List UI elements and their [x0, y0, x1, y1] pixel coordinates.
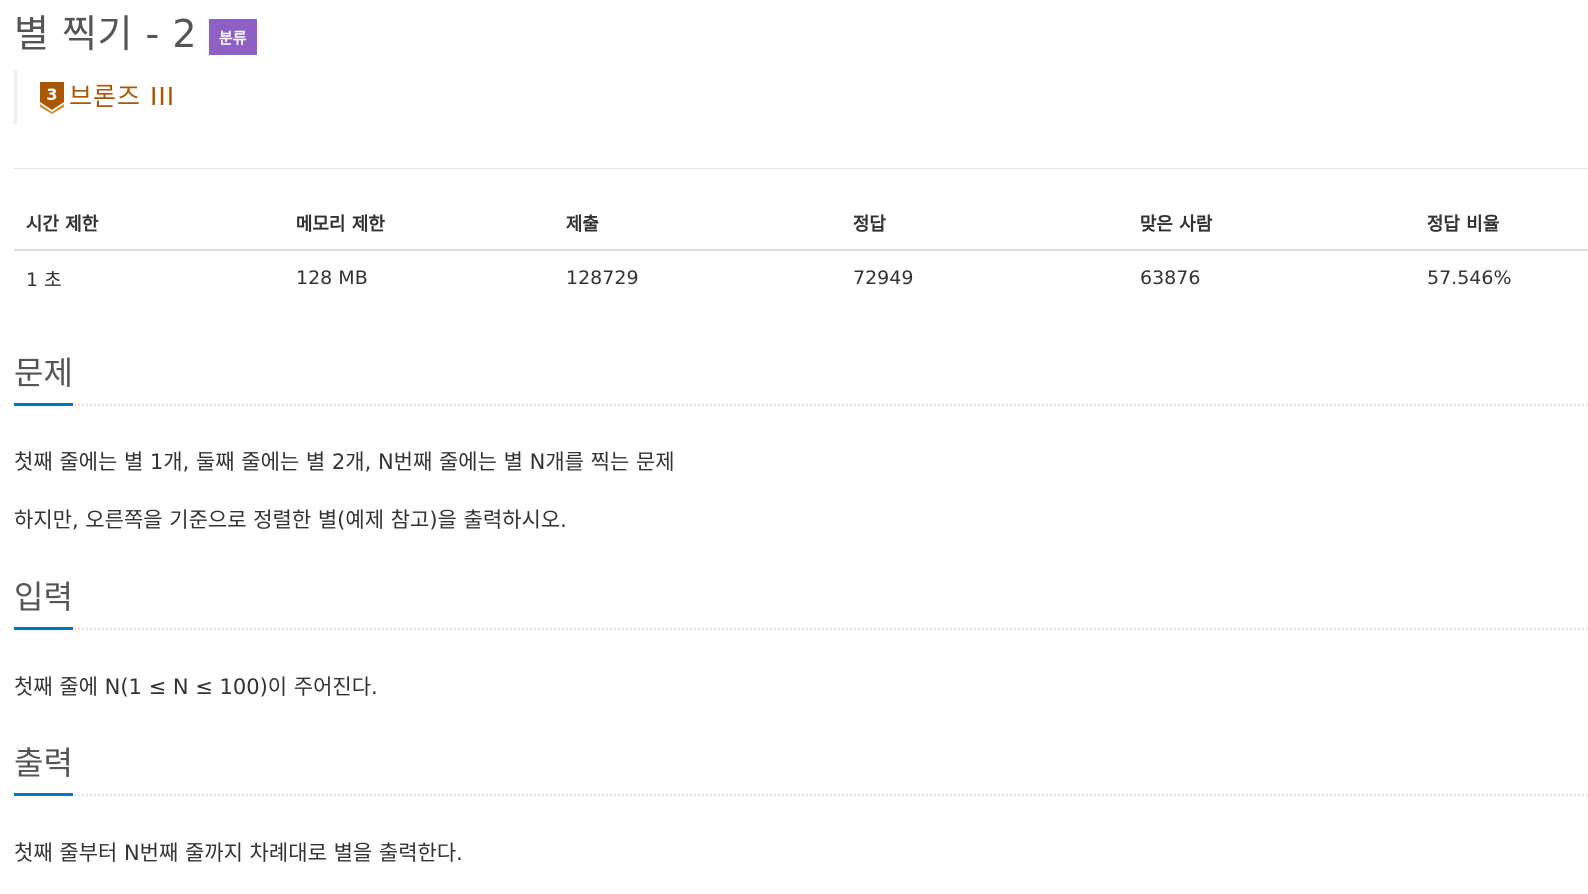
input-line: 첫째 줄에 N(1 ≤ N ≤ 100)이 주어진다. [14, 675, 378, 699]
input-header: 입력 [14, 572, 1588, 630]
value-accept-ratio: 57.546% [1427, 267, 1512, 289]
tier-label[interactable]: 브론즈 III [69, 80, 175, 114]
output-header: 출력 [14, 738, 1588, 796]
header-accept-ratio: 정답 비율 [1415, 196, 1588, 251]
description-line: 첫째 줄에는 별 1개, 둘째 줄에는 별 2개, N번째 줄에는 별 N개를 … [14, 450, 675, 474]
value-time-limit: 1 초 [26, 268, 62, 291]
description-header: 문제 [14, 348, 1588, 406]
tier-number: 3 [46, 85, 57, 104]
output-line: 첫째 줄부터 N번째 줄까지 차례대로 별을 출력한다. [14, 841, 463, 865]
bronze-tier-icon: 3 [39, 80, 65, 114]
value-submissions[interactable]: 128729 [554, 250, 841, 305]
description-section: 문제 [14, 348, 1588, 406]
header-memory-limit: 메모리 제한 [284, 196, 554, 251]
description-title: 문제 [14, 349, 73, 406]
problem-title: 별 찍기 - 2 [14, 12, 198, 56]
input-title: 입력 [14, 573, 73, 630]
value-memory-limit: 128 MB [296, 267, 368, 289]
header-submissions: 제출 [554, 196, 841, 251]
description-line: 하지만, 오른쪽을 기준으로 정렬한 별(예제 참고)을 출력하시오. [14, 508, 567, 532]
output-section: 출력 [14, 738, 1588, 796]
header-accepted: 정답 [841, 196, 1128, 251]
divider [14, 168, 1588, 169]
value-accepted[interactable]: 72949 [841, 250, 1128, 305]
header-time-limit: 시간 제한 [14, 196, 284, 251]
info-value-row: 1 초 128 MB 128729 72949 63876 57.546% [14, 250, 1588, 305]
problem-info-table: 시간 제한 메모리 제한 제출 정답 맞은 사람 정답 비율 1 초 128 M… [14, 196, 1588, 305]
title-row: 별 찍기 - 2 분류 [14, 8, 257, 60]
input-section: 입력 [14, 572, 1588, 630]
tier-box: 3 브론즈 III [14, 70, 175, 124]
tag-toggle-button[interactable]: 분류 [209, 19, 257, 55]
info-header-row: 시간 제한 메모리 제한 제출 정답 맞은 사람 정답 비율 [14, 196, 1588, 251]
value-solved-users[interactable]: 63876 [1128, 250, 1415, 305]
header-solved-users: 맞은 사람 [1128, 196, 1415, 251]
output-title: 출력 [14, 739, 73, 796]
